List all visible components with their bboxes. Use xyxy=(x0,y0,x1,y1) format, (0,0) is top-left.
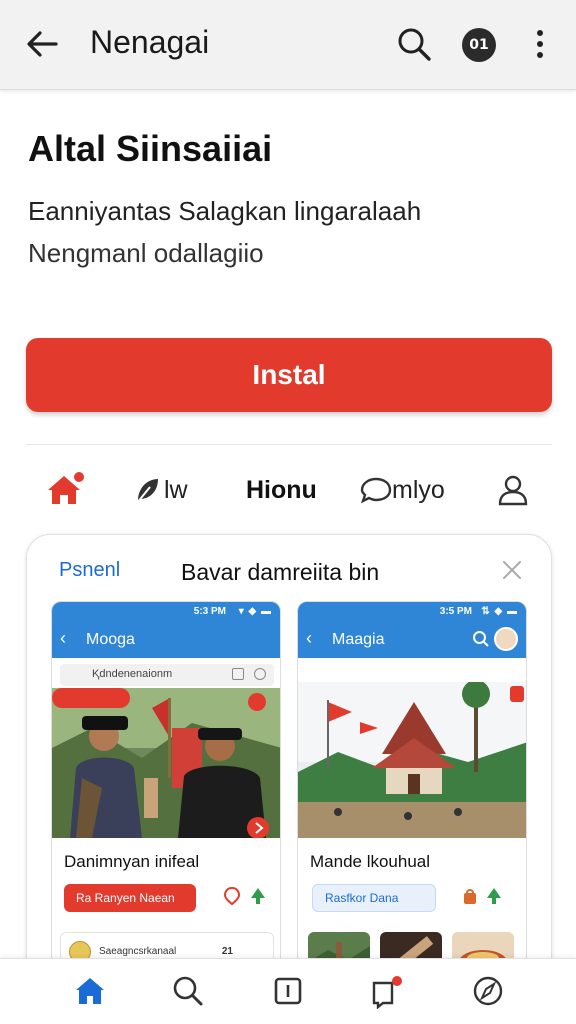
signal-icon: ▾ ◆ ▬ xyxy=(238,606,272,617)
clock-icon xyxy=(254,668,266,680)
panel-label[interactable]: Psnenl xyxy=(59,559,120,582)
post-title: Danimnyan inifeal xyxy=(64,852,200,871)
tree-icon[interactable] xyxy=(248,886,268,906)
tab-label: lw xyxy=(164,475,188,504)
preview-app-name: Maagia xyxy=(332,631,385,648)
tab-profile[interactable] xyxy=(496,458,530,522)
home-icon xyxy=(48,472,84,504)
search-icon xyxy=(473,631,489,647)
tab-leaf[interactable]: lw xyxy=(134,458,188,522)
bottom-navigation xyxy=(0,958,576,1024)
search-icon[interactable] xyxy=(394,24,434,64)
app-description-line1: Eanniyantas Salagkan lingaralaah xyxy=(28,196,422,226)
profile-avatar[interactable]: 01 xyxy=(462,28,496,62)
tab-mlyo[interactable]: mlyo xyxy=(360,458,445,522)
leaf-icon xyxy=(136,479,158,504)
app-bar-title: Nenagai xyxy=(90,24,210,60)
top-app-bar: Nenagai 01 xyxy=(0,0,576,90)
preview-search-bar: Ⱪdndenenaionm xyxy=(60,664,274,686)
preview-search-text: Ⱪdndenenaionm xyxy=(92,668,173,680)
person-icon xyxy=(498,475,528,506)
tab-label: mlyo xyxy=(392,475,445,504)
divider xyxy=(26,444,552,445)
status-time: 3:5 PM xyxy=(439,606,472,617)
compass-icon[interactable] xyxy=(470,973,506,1009)
notification-icon[interactable] xyxy=(368,973,404,1009)
post-tag-button[interactable]: Rasfkor Dana xyxy=(312,884,436,912)
more-vert-icon[interactable] xyxy=(528,26,552,62)
install-button[interactable]: Instal xyxy=(26,338,552,412)
back-arrow-icon[interactable] xyxy=(22,26,62,62)
home-icon[interactable] xyxy=(72,973,108,1009)
search-icon[interactable] xyxy=(170,973,206,1009)
calendar-icon xyxy=(232,668,244,680)
app-name: Altal Siinsaiiai xyxy=(28,128,273,169)
plus-box-icon[interactable] xyxy=(270,973,306,1009)
section-tabs: lw Hionu mlyo xyxy=(0,458,576,522)
post-photo xyxy=(298,682,526,838)
item-text: Saeagncsrkanaal xyxy=(99,946,177,957)
status-bar: 5:3 PM ▾ ◆ ▬ xyxy=(52,602,280,622)
bag-icon[interactable] xyxy=(460,886,480,906)
preview-toolbar: ‹ Mooga xyxy=(52,622,280,658)
preview-card: Psnenl Bavar damreiita bin 5:3 PM ▾ ◆ ▬ … xyxy=(26,534,552,1004)
post-photo xyxy=(52,688,280,838)
app-description-line2: Nengmanl odallagiio xyxy=(28,238,264,268)
tab-hionu[interactable]: Hionu xyxy=(246,458,317,522)
tab-label: Hionu xyxy=(246,475,317,504)
post-tag-button[interactable]: Ra Ranyen Naean xyxy=(64,884,196,912)
screenshot-preview-1[interactable]: 5:3 PM ▾ ◆ ▬ ‹ Mooga Ⱪdndenenaionm Danim… xyxy=(51,601,281,1003)
location-icon[interactable] xyxy=(222,886,242,906)
chat-bubble-icon xyxy=(360,477,392,504)
tree-icon[interactable] xyxy=(484,886,504,906)
back-icon: ‹ xyxy=(306,628,312,648)
screenshot-preview-2[interactable]: 3:5 PM ⇅ ◆ ▬ ‹ Maagia Mande lkouhual Ras… xyxy=(297,601,527,1003)
tab-home[interactable] xyxy=(44,458,84,522)
back-icon: ‹ xyxy=(60,628,66,648)
signal-icon: ⇅ ◆ ▬ xyxy=(481,606,518,617)
card-title: Bavar damreiita bin xyxy=(181,559,380,585)
avatar xyxy=(494,627,518,651)
item-count: 21 xyxy=(221,946,233,957)
preview-toolbar: ‹ Maagia xyxy=(298,622,526,658)
status-time: 5:3 PM xyxy=(193,606,226,617)
preview-app-name: Mooga xyxy=(86,631,135,648)
post-title: Mande lkouhual xyxy=(310,852,431,871)
close-icon[interactable] xyxy=(501,559,523,581)
status-bar: 3:5 PM ⇅ ◆ ▬ xyxy=(298,602,526,622)
